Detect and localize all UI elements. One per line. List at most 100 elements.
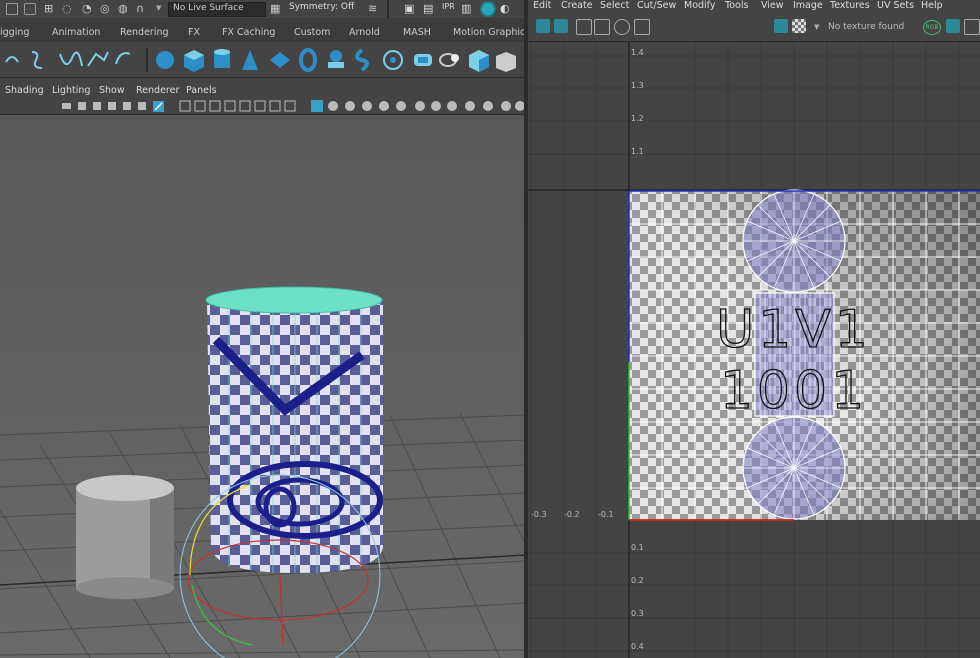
sphere-icon <box>156 51 174 69</box>
uv-editor-view[interactable]: U1V1 1001 1.4 1.3 1.2 1.1 0.1 0.2 0.3 0.… <box>528 42 980 658</box>
render-frame-icon[interactable]: ▤ <box>423 2 433 15</box>
extrude-icon <box>496 52 516 72</box>
v-tick-label: 1.4 <box>631 48 644 57</box>
shelf-tab-motion-graphics[interactable]: Motion Graphics <box>453 26 530 40</box>
shelf-tab-fx[interactable]: FX <box>188 26 200 40</box>
grey-cylinder <box>76 475 174 599</box>
quad-draw-icon <box>469 50 489 72</box>
viewport-menu-show[interactable]: Show <box>99 85 125 96</box>
render-view-icon[interactable]: ▣ <box>404 2 414 15</box>
viewport-toolbar-icons[interactable] <box>0 98 526 114</box>
live-surface-field[interactable]: No Live Surface <box>168 2 266 17</box>
cylinder-icon <box>214 49 230 68</box>
viewport-menu-lighting[interactable]: Lighting <box>52 85 90 96</box>
snap-point-icon[interactable]: ◔ <box>82 2 92 15</box>
render-settings-icon[interactable]: ▥ <box>461 2 471 15</box>
hypershade-icon[interactable]: ◐ <box>500 2 510 15</box>
shelf-tab-fx-caching[interactable]: FX Caching <box>222 26 275 40</box>
resolution-gate-icon <box>209 100 221 112</box>
image-display-icon[interactable] <box>774 19 788 33</box>
menu-set-icon[interactable] <box>6 3 18 15</box>
uv-menu-textures[interactable]: Textures <box>830 0 870 11</box>
uv-toolkit-icon[interactable] <box>536 19 550 33</box>
select-icon[interactable] <box>24 3 36 15</box>
shelf-tab-animation[interactable]: Animation <box>52 26 100 40</box>
shadows-icon <box>379 101 389 111</box>
depth-of-field-icon <box>447 101 457 111</box>
rgb-channel-icon[interactable]: RGB <box>923 20 941 35</box>
viewport-scene <box>0 286 526 658</box>
perspective-viewport[interactable] <box>0 115 526 658</box>
arnold-render-icon[interactable] <box>480 1 496 17</box>
status-line: ⊞ ◌ ◔ ◎ ◍ ∩ ▼ No Live Surface ▦ Symmetry… <box>0 0 526 19</box>
v-tick-label: 0.2 <box>631 576 644 585</box>
uv-shell-icon[interactable] <box>554 19 568 33</box>
camera-icon <box>62 103 71 109</box>
plane-icon <box>270 52 290 68</box>
uv-menu-help[interactable]: Help <box>921 0 943 11</box>
gate-mask-icon <box>224 100 236 112</box>
ipr-icon[interactable]: IPR <box>442 2 455 11</box>
grease-pencil-icon <box>138 102 146 110</box>
shelf-tab-igging[interactable]: igging <box>0 26 29 40</box>
shelf-tab-rendering[interactable]: Rendering <box>120 26 169 40</box>
shelf-tab-custom[interactable]: Custom <box>294 26 330 40</box>
live-surface-label: No Live Surface <box>173 3 244 13</box>
shelf-tab-arnold[interactable]: Arnold <box>349 26 380 40</box>
live-surface-icon[interactable]: ▦ <box>270 2 280 15</box>
field-chart-icon <box>239 100 251 112</box>
xray-icon <box>483 101 493 111</box>
symmetry-options-icon[interactable]: ≋ <box>368 2 377 15</box>
uv-menu-tools[interactable]: Tools <box>725 0 748 11</box>
uv-menu-image[interactable]: Image <box>793 0 823 11</box>
bezier-icon <box>59 51 83 67</box>
u-tick-label: -0.1 <box>598 510 614 519</box>
magnet-icon[interactable]: ∩ <box>136 2 144 15</box>
snap-surface-icon[interactable]: ◍ <box>118 2 128 15</box>
wireframe-on-shaded-icon <box>328 101 338 111</box>
uv-snap-icon[interactable] <box>614 19 630 35</box>
shelf-icons[interactable] <box>0 42 526 77</box>
uv-grid-icon[interactable] <box>576 19 592 35</box>
uv-menu-select[interactable]: Select <box>600 0 629 11</box>
uv-snapshot-icon[interactable] <box>634 19 650 35</box>
uv-menu-cut-sew[interactable]: Cut/Sew <box>637 0 676 11</box>
v-tick-label: 0.3 <box>631 609 644 618</box>
uv-canvas: U1V1 1001 <box>528 42 980 658</box>
uv-menu-edit[interactable]: Edit <box>533 0 551 11</box>
checker-toggle-icon[interactable] <box>792 19 806 33</box>
shelf-separator <box>146 48 148 72</box>
uv-menu-uv-sets[interactable]: UV Sets <box>877 0 914 11</box>
gamma-icon[interactable] <box>964 19 980 35</box>
snap-grid-icon[interactable]: ⊞ <box>44 2 53 15</box>
uv-menu-view[interactable]: View <box>761 0 784 11</box>
safe-title-icon <box>269 100 281 112</box>
texture-dropdown-icon[interactable]: ▼ <box>814 23 819 31</box>
uv-tile-icon[interactable] <box>594 19 610 35</box>
curve-cv-icon <box>5 56 19 63</box>
bookmark-icon <box>93 102 101 110</box>
image-plane-icon <box>108 102 116 110</box>
viewport-menu-shading[interactable]: Shading <box>5 85 44 96</box>
v-tick-label: 1.2 <box>631 114 644 123</box>
uv-shell-top-cap <box>742 189 846 293</box>
u-tick-label: -0.3 <box>531 510 547 519</box>
uv-tile-label-line1: U1V1 <box>716 300 872 360</box>
wireframe-icon <box>284 100 296 112</box>
snap-view-icon[interactable]: ◎ <box>100 2 110 15</box>
symmetry-label: Symmetry: Off <box>289 2 355 12</box>
snap-curve-icon[interactable]: ◌ <box>62 2 72 15</box>
uv-menu-modify[interactable]: Modify <box>684 0 715 11</box>
uv-editor-menu-bar: Edit Create Select Cut/Sew Modify Tools View Im… <box>528 0 980 13</box>
xray-joints-icon <box>501 101 511 111</box>
exposure-icon[interactable] <box>946 19 960 33</box>
v-tick-label: 1.3 <box>631 81 644 90</box>
uv-menu-create[interactable]: Create <box>561 0 593 11</box>
shelf-tab-mash[interactable]: MASH <box>403 26 431 40</box>
viewport-menu-renderer[interactable]: Renderer <box>136 85 179 96</box>
arc-icon <box>115 52 131 65</box>
shelf-tabs: igging Animation Rendering FX FX Caching Cust… <box>0 18 530 42</box>
symmetry-dropdown[interactable]: Symmetry: Off <box>285 2 365 15</box>
viewport-menu-panels[interactable]: Panels <box>186 85 217 96</box>
dropdown-icon[interactable]: ▼ <box>156 4 161 12</box>
